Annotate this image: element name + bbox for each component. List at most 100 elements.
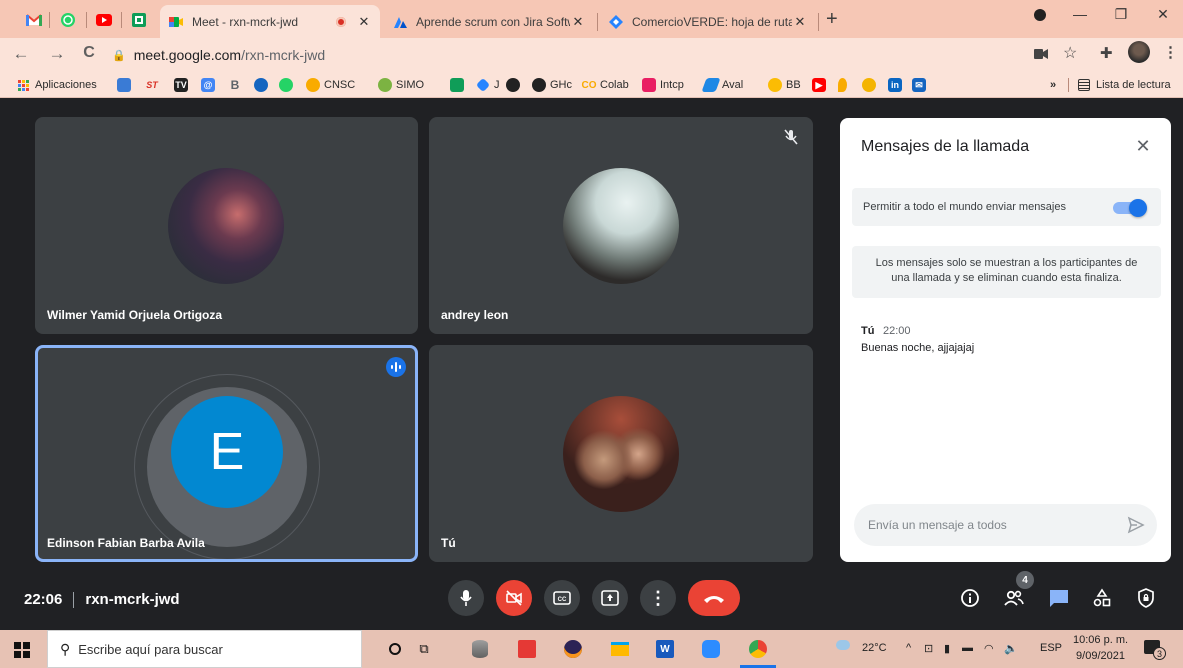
bookmark-star-icon[interactable]: ☆ (1063, 43, 1077, 63)
leave-call-button[interactable] (688, 580, 740, 616)
address-bar[interactable]: 🔒 meet.google.com/rxn-mcrk-jwd (112, 42, 1002, 68)
bookmark-tv[interactable]: TV (174, 76, 192, 94)
more-bookmarks-button[interactable]: » (1050, 76, 1056, 94)
meeting-time: 22:06 (24, 591, 63, 608)
volume-icon[interactable]: 🔈 (1004, 642, 1018, 655)
bookmark-simo[interactable]: SIMO (378, 76, 424, 94)
whatsapp-pinned-tab[interactable] (54, 8, 82, 32)
gmail-pinned-tab[interactable] (20, 8, 48, 32)
host-controls-button[interactable] (1134, 586, 1158, 610)
bookmark-youtube[interactable]: ▶ (812, 76, 830, 94)
bookmark-intcp[interactable]: Intcp (642, 76, 684, 94)
captions-button[interactable]: CC (544, 580, 580, 616)
taskbar-app-eclipse[interactable] (563, 639, 583, 659)
tab-jira-roadmap[interactable]: ComercioVERDE: hoja de ruta - Ji ✕ (600, 5, 816, 38)
notification-center-button[interactable]: 3 (1144, 640, 1168, 660)
new-tab-button[interactable]: + (826, 9, 838, 29)
participant-tile-wilmer[interactable]: Wilmer Yamid Orjuela Ortigoza (35, 117, 418, 334)
participant-tile-andrey[interactable]: andrey leon (429, 117, 813, 334)
restore-button[interactable]: ❐ (1106, 6, 1136, 23)
bookmark-face[interactable] (862, 76, 880, 94)
classroom-pinned-tab[interactable] (125, 8, 153, 32)
allow-messages-toggle[interactable] (1113, 199, 1147, 217)
shield-lock-icon (1138, 588, 1154, 608)
st-icon: ST (146, 80, 158, 90)
taskbar-app-chrome[interactable] (748, 639, 768, 659)
battery-icon[interactable]: ▬ (962, 642, 973, 654)
forward-button[interactable]: → (46, 44, 68, 64)
bookmark-st[interactable]: ST (145, 76, 163, 94)
taskbar-search[interactable]: ⚲ (47, 630, 362, 668)
youtube-pinned-tab[interactable] (90, 8, 118, 32)
extensions-icon[interactable]: ✚ (1100, 44, 1113, 62)
profile-avatar[interactable] (1128, 41, 1150, 66)
activities-button[interactable] (1090, 586, 1114, 610)
camera-toggle-button[interactable] (496, 580, 532, 616)
classroom-icon (132, 13, 146, 27)
tab-title: ComercioVERDE: hoja de ruta - Ji (632, 14, 792, 29)
minimize-button[interactable]: — (1065, 6, 1095, 22)
bookmark-linkedin[interactable]: in (888, 76, 906, 94)
bookmark-colab[interactable]: CO Colab (582, 76, 629, 94)
chat-message-input[interactable] (868, 516, 1108, 534)
back-button[interactable]: ← (10, 44, 32, 64)
bookmark-bb[interactable]: BB (768, 76, 801, 94)
tab-meet[interactable]: Meet - rxn-mcrk-jwd ✕ (160, 5, 380, 38)
bookmark-classroom[interactable] (450, 76, 468, 94)
hidden-icons-chevron-icon[interactable]: ^ (906, 642, 911, 654)
weather-icon[interactable] (836, 640, 850, 653)
more-options-button[interactable]: ⋮ (640, 580, 676, 616)
taskbar-app-file-explorer[interactable] (610, 639, 630, 659)
atlassian-icon (394, 16, 407, 28)
bookmark-b[interactable]: B (228, 76, 246, 94)
bookmark-aplicaciones[interactable]: Aplicaciones (18, 76, 97, 94)
taskbar-app-database[interactable] (470, 639, 490, 659)
microphone-tray-icon[interactable]: ▮ (944, 642, 950, 655)
camera-in-use-icon[interactable] (1034, 46, 1048, 62)
participant-tile-self[interactable]: Tú (429, 345, 813, 562)
wifi-icon[interactable]: ◠ (984, 642, 994, 655)
close-chat-button[interactable]: ✕ (1131, 134, 1155, 158)
task-view-button[interactable]: ⧉ (414, 639, 434, 659)
colab-icon: CO (581, 79, 597, 91)
cortana-button[interactable] (385, 639, 405, 659)
start-button[interactable] (14, 642, 30, 658)
bookmark-anaconda[interactable] (254, 76, 272, 94)
mail-icon: ✉ (912, 78, 926, 92)
weather-temperature[interactable]: 22°C (862, 642, 887, 654)
tab-search-icon[interactable] (1025, 8, 1055, 24)
send-icon[interactable] (1127, 516, 1145, 534)
present-screen-button[interactable] (592, 580, 628, 616)
chat-button[interactable] (1047, 586, 1071, 610)
input-language[interactable]: ESP (1040, 642, 1062, 654)
bookmark-aval[interactable]: Aval (701, 76, 743, 94)
bookmark-mail[interactable]: ✉ (912, 76, 930, 94)
taskbar-clock[interactable]: 10:06 p. m. 9/09/2021 (1073, 632, 1128, 664)
close-icon[interactable]: ✕ (792, 14, 808, 30)
bookmark-bird[interactable] (117, 76, 135, 94)
tab-jira-scrum[interactable]: Aprende scrum con Jira Software ✕ (384, 5, 594, 38)
participants-button[interactable] (1002, 586, 1026, 610)
meeting-details-button[interactable] (958, 586, 982, 610)
bookmark-at[interactable]: @ (201, 76, 219, 94)
reading-list-button[interactable]: Lista de lectura (1078, 76, 1171, 94)
bookmark-ghc[interactable]: GHc (532, 76, 572, 94)
bookmark-jira[interactable]: J (475, 76, 500, 94)
bookmark-whatsapp[interactable] (279, 76, 297, 94)
close-icon[interactable]: ✕ (356, 14, 372, 30)
taskbar-app-anydesk[interactable] (517, 639, 537, 659)
reload-button[interactable]: C (78, 44, 100, 62)
microphone-button[interactable] (448, 580, 484, 616)
bookmark-github[interactable] (506, 76, 524, 94)
participant-tile-edinson[interactable]: E Edinson Fabian Barba Avila (35, 345, 418, 562)
network-icon[interactable]: ⊡ (924, 642, 933, 655)
taskbar-app-zoom[interactable] (701, 639, 721, 659)
bookmark-cnsc[interactable]: CNSC (306, 76, 355, 94)
taskbar-app-word[interactable]: W (655, 639, 675, 659)
bookmark-drop[interactable] (838, 76, 851, 94)
browser-menu-icon[interactable]: ⋮ (1163, 43, 1178, 61)
taskbar-search-input[interactable] (78, 641, 339, 657)
window-close-button[interactable]: ✕ (1148, 6, 1178, 23)
eclipse-icon (564, 640, 582, 658)
close-icon[interactable]: ✕ (570, 14, 586, 30)
